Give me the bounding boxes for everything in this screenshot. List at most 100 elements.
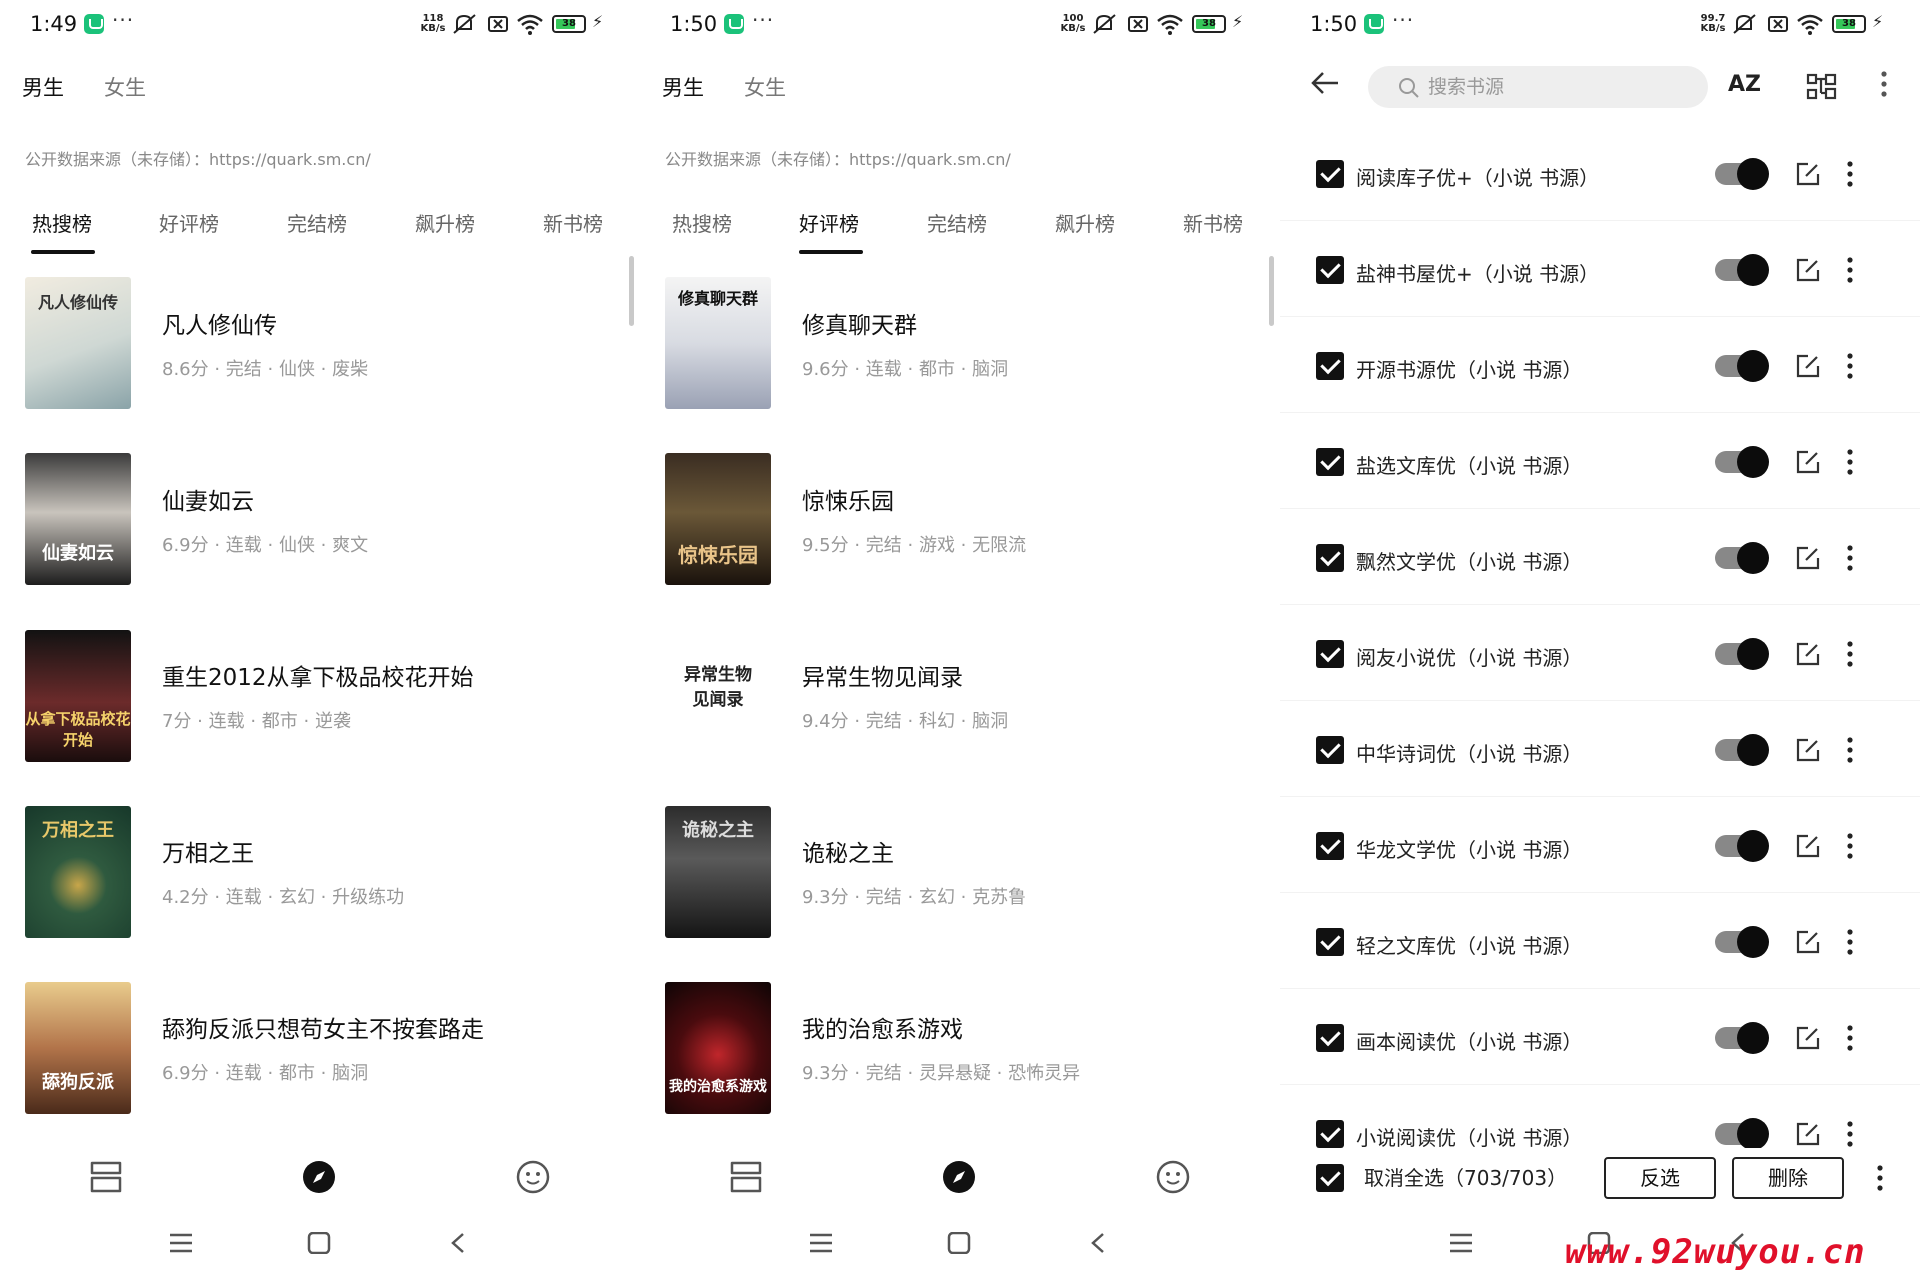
- bookshelf-icon[interactable]: [728, 1160, 764, 1194]
- book-cover[interactable]: 诡秘之主: [665, 806, 771, 938]
- source-enable-toggle[interactable]: [1715, 350, 1769, 382]
- book-title[interactable]: 异常生物见闻录: [802, 658, 963, 692]
- tab-top-rated[interactable]: 好评榜: [159, 208, 219, 237]
- invert-selection-button[interactable]: 反选: [1604, 1157, 1716, 1199]
- more-vertical-icon[interactable]: [1846, 448, 1854, 476]
- edit-icon[interactable]: [1794, 352, 1822, 380]
- source-enable-toggle[interactable]: [1715, 1022, 1769, 1054]
- back-arrow-icon[interactable]: [1310, 70, 1340, 96]
- more-vertical-icon[interactable]: [1846, 832, 1854, 860]
- source-checkbox[interactable]: [1316, 544, 1344, 572]
- source-checkbox[interactable]: [1316, 160, 1344, 188]
- book-title[interactable]: 惊悚乐园: [802, 482, 894, 516]
- tab-male[interactable]: 男生: [662, 72, 704, 102]
- source-checkbox[interactable]: [1316, 736, 1344, 764]
- tab-new-books[interactable]: 新书榜: [543, 208, 603, 237]
- source-enable-toggle[interactable]: [1715, 158, 1769, 190]
- book-title[interactable]: 修真聊天群: [802, 306, 917, 340]
- group-tree-icon[interactable]: [1806, 72, 1838, 102]
- source-checkbox[interactable]: [1316, 928, 1344, 956]
- scrollbar[interactable]: [629, 256, 634, 326]
- search-bar[interactable]: [1368, 66, 1708, 108]
- system-home-icon[interactable]: [307, 1232, 331, 1254]
- edit-icon[interactable]: [1794, 640, 1822, 668]
- more-vertical-icon[interactable]: [1846, 544, 1854, 572]
- source-enable-toggle[interactable]: [1715, 830, 1769, 862]
- book-cover[interactable]: 仙妻如云: [25, 453, 131, 585]
- tab-hot-search[interactable]: 热搜榜: [672, 208, 732, 237]
- tab-top-rated[interactable]: 好评榜: [799, 208, 859, 237]
- edit-icon[interactable]: [1794, 256, 1822, 284]
- source-enable-toggle[interactable]: [1715, 638, 1769, 670]
- source-row[interactable]: 画本阅读优（小说 书源）: [1280, 990, 1920, 1085]
- edit-icon[interactable]: [1794, 544, 1822, 572]
- book-cover[interactable]: 修真聊天群: [665, 277, 771, 409]
- more-vertical-icon[interactable]: [1846, 160, 1854, 188]
- source-row[interactable]: 盐神书屋优+（小说 书源）: [1280, 222, 1920, 317]
- source-checkbox[interactable]: [1316, 352, 1344, 380]
- book-title[interactable]: 重生2012从拿下极品校花开始: [162, 658, 474, 692]
- scrollbar[interactable]: [1269, 256, 1274, 326]
- tab-male[interactable]: 男生: [22, 72, 64, 102]
- source-checkbox[interactable]: [1316, 1120, 1344, 1148]
- profile-face-icon[interactable]: [516, 1160, 550, 1194]
- system-back-icon[interactable]: [448, 1232, 468, 1254]
- tab-female[interactable]: 女生: [744, 72, 786, 102]
- bookshelf-icon[interactable]: [88, 1160, 124, 1194]
- book-title[interactable]: 诡秘之主: [802, 834, 894, 868]
- tab-new-books[interactable]: 新书榜: [1183, 208, 1243, 237]
- book-title[interactable]: 我的治愈系游戏: [802, 1010, 963, 1044]
- book-cover[interactable]: 惊悚乐园: [665, 453, 771, 585]
- tab-rising[interactable]: 飙升榜: [415, 208, 475, 237]
- book-cover[interactable]: 凡人修仙传: [25, 277, 131, 409]
- system-home-icon[interactable]: [947, 1232, 971, 1254]
- book-title[interactable]: 凡人修仙传: [162, 306, 277, 340]
- system-menu-icon[interactable]: [168, 1232, 194, 1254]
- source-checkbox[interactable]: [1316, 640, 1344, 668]
- source-checkbox[interactable]: [1316, 832, 1344, 860]
- source-enable-toggle[interactable]: [1715, 542, 1769, 574]
- more-vertical-icon[interactable]: [1880, 70, 1888, 98]
- select-all-label[interactable]: 取消全选（703/703）: [1364, 1162, 1567, 1191]
- book-cover[interactable]: 万相之王: [25, 806, 131, 938]
- more-vertical-icon[interactable]: [1846, 256, 1854, 284]
- system-menu-icon[interactable]: [1448, 1232, 1474, 1254]
- profile-face-icon[interactable]: [1156, 1160, 1190, 1194]
- edit-icon[interactable]: [1794, 832, 1822, 860]
- tab-completed[interactable]: 完结榜: [287, 208, 347, 237]
- more-vertical-icon[interactable]: [1846, 1024, 1854, 1052]
- source-row[interactable]: 中华诗词优（小说 书源）: [1280, 702, 1920, 797]
- source-checkbox[interactable]: [1316, 1024, 1344, 1052]
- system-back-icon[interactable]: [1088, 1232, 1108, 1254]
- source-enable-toggle[interactable]: [1715, 1118, 1769, 1150]
- source-checkbox[interactable]: [1316, 448, 1344, 476]
- source-checkbox[interactable]: [1316, 256, 1344, 284]
- more-vertical-icon[interactable]: [1846, 736, 1854, 764]
- discover-compass-icon[interactable]: [302, 1160, 336, 1194]
- more-vertical-icon[interactable]: [1846, 928, 1854, 956]
- source-row[interactable]: 阅读库子优+（小说 书源）: [1280, 126, 1920, 221]
- source-enable-toggle[interactable]: [1715, 734, 1769, 766]
- tab-female[interactable]: 女生: [104, 72, 146, 102]
- source-row[interactable]: 盐选文库优（小说 书源）: [1280, 414, 1920, 509]
- book-title[interactable]: 舔狗反派只想苟女主不按套路走: [162, 1010, 484, 1044]
- edit-icon[interactable]: [1794, 736, 1822, 764]
- more-vertical-icon[interactable]: [1846, 352, 1854, 380]
- source-row[interactable]: 开源书源优（小说 书源）: [1280, 318, 1920, 413]
- source-row[interactable]: 阅友小说优（小说 书源）: [1280, 606, 1920, 701]
- sort-az-icon[interactable]: AZ: [1728, 72, 1761, 97]
- edit-icon[interactable]: [1794, 160, 1822, 188]
- book-cover[interactable]: 从拿下极品校花开始: [25, 630, 131, 762]
- source-enable-toggle[interactable]: [1715, 254, 1769, 286]
- source-enable-toggle[interactable]: [1715, 926, 1769, 958]
- discover-compass-icon[interactable]: [942, 1160, 976, 1194]
- source-row[interactable]: 飘然文学优（小说 书源）: [1280, 510, 1920, 605]
- tab-completed[interactable]: 完结榜: [927, 208, 987, 237]
- edit-icon[interactable]: [1794, 928, 1822, 956]
- edit-icon[interactable]: [1794, 448, 1822, 476]
- edit-icon[interactable]: [1794, 1024, 1822, 1052]
- select-all-checkbox[interactable]: [1316, 1164, 1344, 1192]
- tab-hot-search[interactable]: 热搜榜: [32, 208, 92, 237]
- edit-icon[interactable]: [1794, 1120, 1822, 1148]
- source-enable-toggle[interactable]: [1715, 446, 1769, 478]
